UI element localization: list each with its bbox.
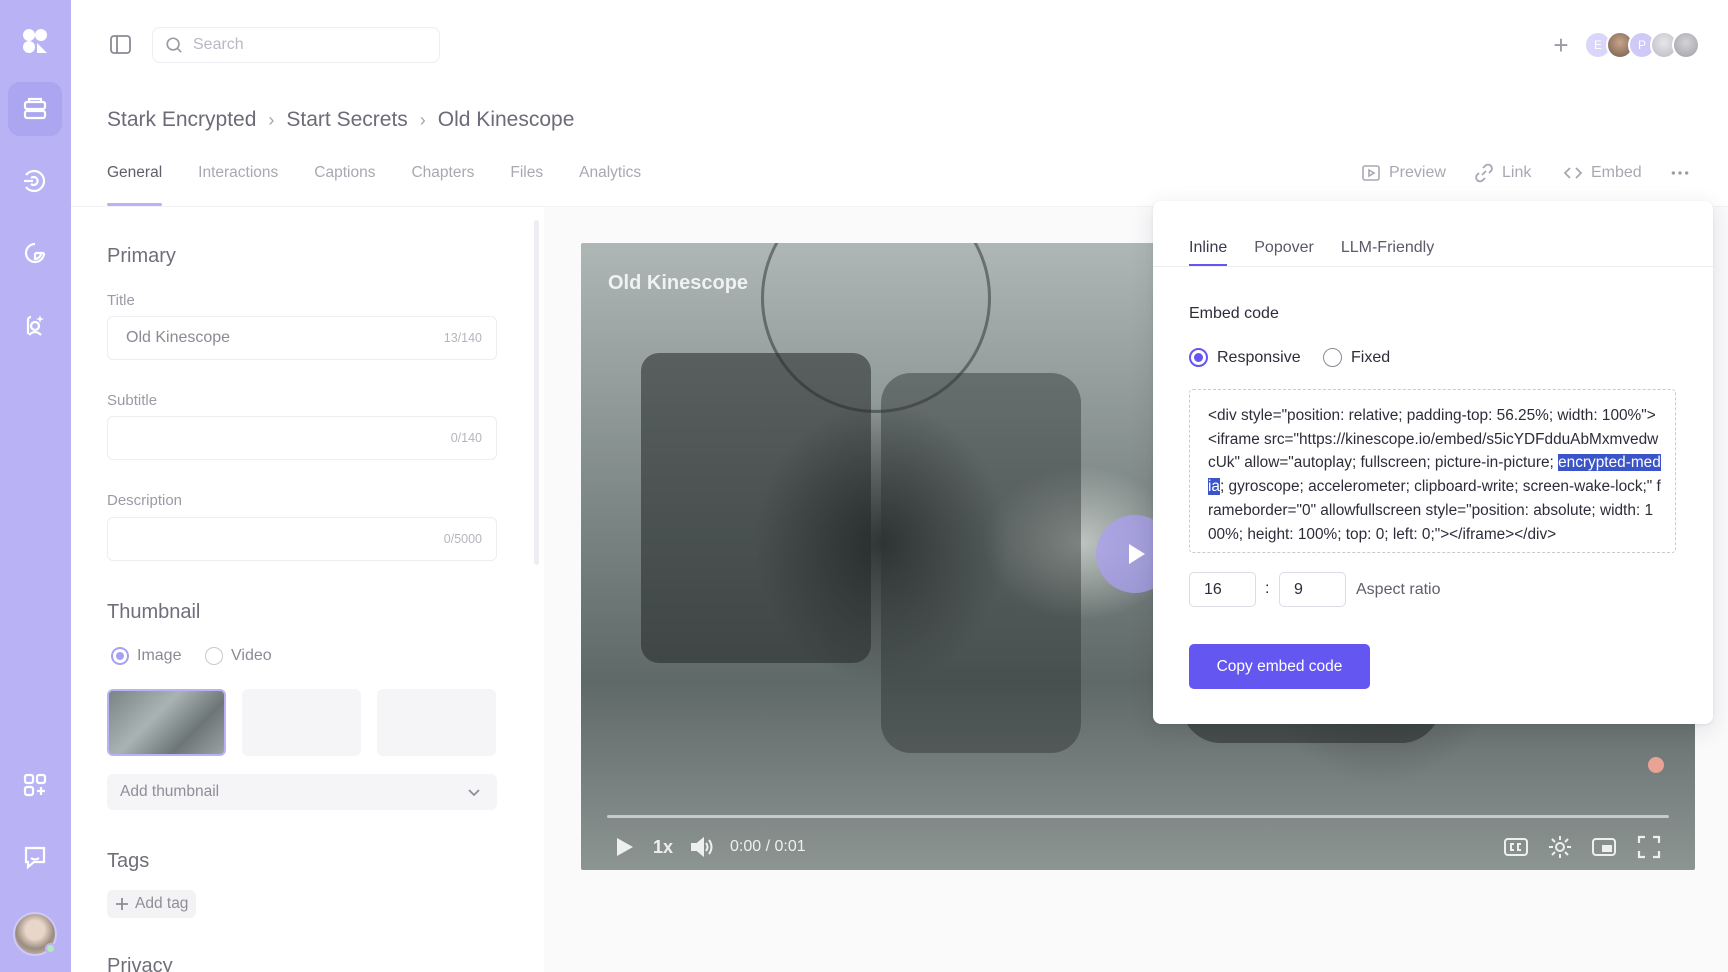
general-form: Primary Title Old Kinescope 13/140 Subti… (107, 220, 497, 972)
form-scrollbar[interactable] (534, 220, 539, 565)
radio-checked-icon (1189, 348, 1208, 367)
fixed-label: Fixed (1351, 348, 1391, 366)
media-library-icon[interactable] (8, 82, 62, 136)
chevron-down-icon (468, 789, 480, 797)
fixed-option[interactable]: Fixed (1323, 348, 1390, 367)
breadcrumb-folder[interactable]: Start Secrets (286, 108, 407, 132)
section-thumbnail-title: Thumbnail (107, 601, 201, 623)
preview-icon (1362, 165, 1380, 181)
embed-tab-inline[interactable]: Inline (1189, 239, 1228, 266)
app-logo-icon[interactable] (8, 14, 62, 68)
app-rail (0, 0, 71, 972)
search-input[interactable] (193, 36, 413, 54)
thumb-image-label: Image (137, 647, 182, 664)
responsive-option[interactable]: Responsive (1189, 348, 1301, 367)
embed-tabs: Inline Popover LLM-Friendly (1189, 239, 1434, 266)
description-label: Description (107, 492, 183, 509)
thumbnail-slot[interactable] (242, 689, 361, 756)
breadcrumb: Stark Encrypted › Start Secrets › Old Ki… (107, 108, 574, 132)
search-icon (166, 37, 182, 53)
plus-icon (116, 898, 128, 910)
copy-embed-code-button[interactable]: Copy embed code (1189, 644, 1370, 689)
embed-button[interactable]: Embed (1563, 163, 1642, 183)
title-label: Title (107, 292, 135, 309)
collaborator-avatar[interactable] (1672, 31, 1700, 59)
add-thumbnail-dropdown[interactable]: Add thumbnail (107, 774, 497, 810)
responsive-label: Responsive (1217, 348, 1301, 366)
chevron-right-icon: › (419, 109, 426, 130)
volume-icon[interactable] (689, 833, 715, 861)
picture-in-picture-icon[interactable] (1591, 833, 1617, 861)
link-button[interactable]: Link (1474, 163, 1531, 183)
code-icon (1563, 167, 1583, 179)
chat-support-icon[interactable] (8, 830, 62, 884)
embed-code-text-rest: ; gyroscope; accelerometer; clipboard-wr… (1208, 478, 1661, 543)
section-tags-title: Tags (107, 850, 150, 872)
breadcrumb-current: Old Kinescope (437, 108, 575, 131)
playback-speed-button[interactable]: 1x (653, 833, 673, 861)
preview-label: Preview (1389, 164, 1446, 181)
time-display: 0:00 / 0:01 (730, 838, 806, 855)
breadcrumb-project[interactable]: Stark Encrypted (107, 108, 256, 132)
thumb-video-option[interactable]: Video (205, 647, 272, 665)
recording-dot (1648, 757, 1664, 773)
section-privacy-title: Privacy (107, 955, 173, 972)
analytics-icon[interactable] (8, 226, 62, 280)
title-field[interactable]: Old Kinescope 13/140 (107, 316, 497, 360)
play-icon[interactable] (611, 833, 637, 861)
video-frame-detail (881, 373, 1081, 753)
captions-icon[interactable] (1503, 833, 1529, 861)
radio-unchecked-icon (1323, 348, 1342, 367)
radio-checked-icon (111, 647, 129, 665)
aspect-ratio-label: Aspect ratio (1356, 581, 1441, 598)
thumb-video-label: Video (231, 647, 272, 664)
subtitle-char-count: 0/140 (450, 431, 482, 445)
subtitle-field[interactable]: 0/140 (107, 416, 497, 460)
thumbnail-slot[interactable] (377, 689, 496, 756)
thumb-image-option[interactable]: Image (111, 647, 181, 665)
header-actions: Preview Link Embed (0, 163, 1728, 187)
radio-unchecked-icon (205, 647, 223, 665)
link-icon (1475, 163, 1493, 183)
more-options-icon[interactable] (1670, 163, 1690, 183)
chevron-right-icon: › (268, 109, 275, 130)
embed-label: Embed (1591, 164, 1642, 181)
aspect-ratio-separator: : (1265, 580, 1270, 597)
settings-gear-icon[interactable] (1547, 833, 1573, 861)
online-status-dot (45, 943, 56, 954)
add-collaborator-button[interactable]: + (1547, 30, 1575, 60)
collaborator-avatars[interactable]: E P (1584, 31, 1700, 59)
add-thumbnail-label: Add thumbnail (120, 783, 220, 800)
description-field[interactable]: 0/5000 (107, 517, 497, 561)
preview-button[interactable]: Preview (1361, 163, 1446, 183)
embed-popover: Inline Popover LLM-Friendly Embed code R… (1153, 201, 1713, 724)
video-frame-detail (641, 353, 871, 663)
add-tag-button[interactable]: Add tag (107, 890, 197, 918)
description-char-count: 0/5000 (443, 532, 482, 546)
toggle-sidebar-icon[interactable] (109, 34, 133, 56)
embed-tabs-divider (1153, 266, 1713, 267)
user-avatar[interactable] (13, 912, 57, 956)
title-char-count: 13/140 (443, 331, 482, 345)
fullscreen-icon[interactable] (1636, 833, 1662, 861)
embed-tab-llm-friendly[interactable]: LLM-Friendly (1341, 239, 1434, 266)
link-label: Link (1502, 164, 1532, 181)
ai-assistant-icon[interactable] (8, 298, 62, 352)
embed-tab-popover[interactable]: Popover (1254, 239, 1314, 266)
embed-code-heading: Embed code (1189, 305, 1279, 322)
add-tag-label: Add tag (135, 895, 189, 912)
aspect-ratio-width-input[interactable]: 16 (1189, 572, 1256, 607)
title-value: Old Kinescope (126, 329, 231, 346)
seek-bar[interactable] (607, 815, 1669, 818)
subtitle-label: Subtitle (107, 392, 158, 409)
aspect-ratio-height-input[interactable]: 9 (1279, 572, 1346, 607)
section-primary-title: Primary (107, 245, 176, 267)
video-title-overlay: Old Kinescope (608, 272, 749, 294)
add-apps-icon[interactable] (8, 758, 62, 812)
thumbnail-selected[interactable] (107, 689, 226, 756)
embed-code-textarea[interactable]: <div style="position: relative; padding-… (1189, 389, 1676, 553)
search-box[interactable] (152, 27, 440, 63)
